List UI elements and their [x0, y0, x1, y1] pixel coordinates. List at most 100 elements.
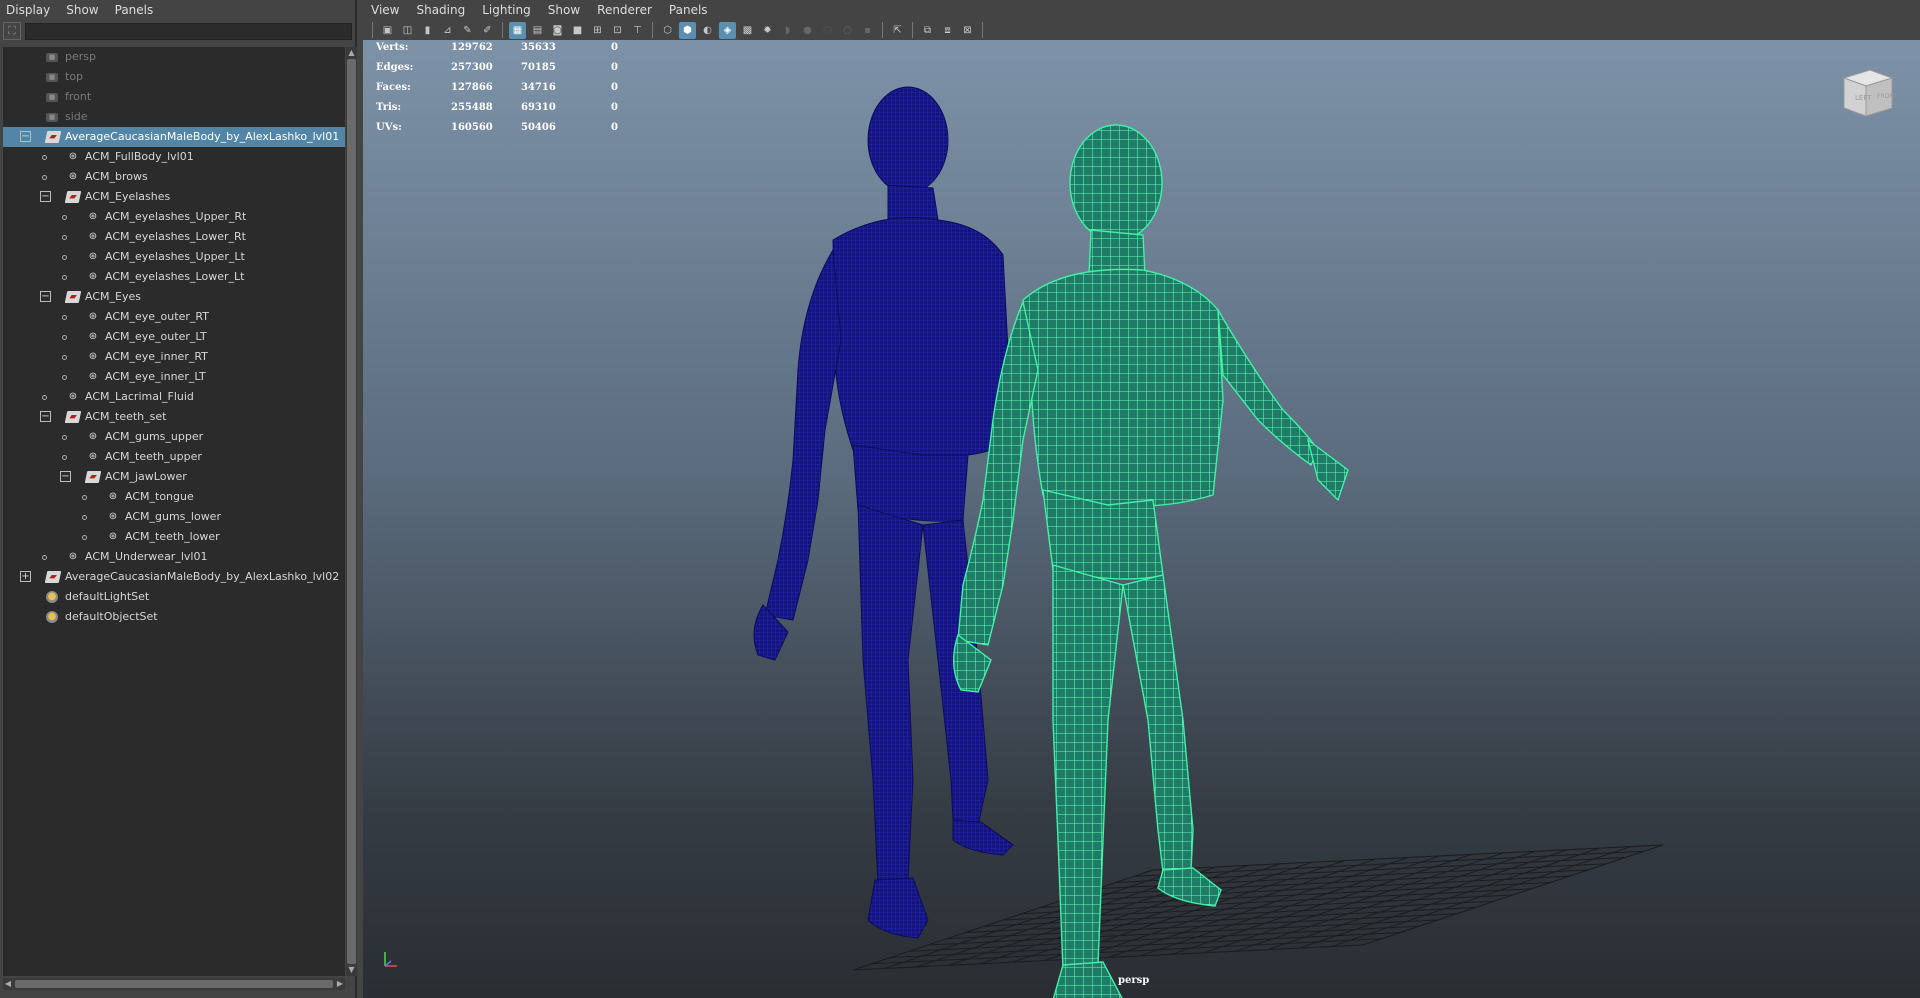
outliner-item[interactable]: ■ persp — [3, 47, 345, 67]
menu-panels[interactable]: Panels — [115, 3, 154, 17]
tree-node-dot — [62, 275, 67, 280]
motion-blur-icon[interactable]: ◌ — [819, 22, 836, 39]
collapse-icon[interactable]: − — [40, 291, 51, 302]
image-plane-icon[interactable]: ⊿ — [439, 22, 456, 39]
gate-mask-icon[interactable]: ■ — [569, 22, 586, 39]
xray-joints-icon[interactable]: ⧈ — [939, 22, 956, 39]
viewport-canvas[interactable]: Verts: 129762 35633 0 Edges: 257300 70185 0 Face… — [363, 40, 1920, 998]
collapse-icon[interactable]: − — [40, 191, 51, 202]
hud-c: 0 — [611, 62, 618, 73]
hud-b: 69310 — [521, 102, 556, 113]
outliner-item[interactable]: ⊛ ACM_eyelashes_Lower_Lt — [3, 267, 345, 287]
menu-renderer[interactable]: Renderer — [597, 3, 652, 17]
outliner-item[interactable]: ⊛ ACM_eyelashes_Upper_Lt — [3, 247, 345, 267]
camera-attributes-icon[interactable]: ◫ — [399, 22, 416, 39]
field-chart-icon[interactable]: ⊞ — [589, 22, 606, 39]
outliner-item[interactable]: ● defaultObjectSet — [3, 607, 345, 627]
shadows-icon[interactable]: ◗ — [779, 22, 796, 39]
multisample-aa-icon[interactable]: ○ — [839, 22, 856, 39]
xray-icon[interactable]: ⧉ — [919, 22, 936, 39]
tree-node-dot — [82, 535, 87, 540]
outliner-vertical-scrollbar[interactable]: ▲ ▼ — [346, 47, 357, 976]
outliner-item[interactable]: − ▰ AverageCaucasianMaleBody_by_AlexLashko… — [3, 127, 345, 147]
outliner-item[interactable]: ● defaultLightSet — [3, 587, 345, 607]
resolution-gate-icon[interactable]: ◙ — [549, 22, 566, 39]
menu-panels[interactable]: Panels — [669, 3, 708, 17]
outliner-item[interactable]: + ▰ AverageCaucasianMaleBody_by_AlexLashko… — [3, 567, 345, 587]
default-material-icon[interactable]: ◐ — [699, 22, 716, 39]
outliner-item-label: ACM_brows — [85, 170, 148, 183]
menu-shading[interactable]: Shading — [416, 3, 465, 17]
outliner-item[interactable]: ⊛ ACM_brows — [3, 167, 345, 187]
outliner-item[interactable]: ⊛ ACM_eyelashes_Lower_Rt — [3, 227, 345, 247]
outliner-item[interactable]: ⊛ ACM_Underwear_lvl01 — [3, 547, 345, 567]
safe-title-icon[interactable]: ⊤ — [629, 22, 646, 39]
menu-display[interactable]: Display — [6, 3, 50, 17]
outliner-item[interactable]: ■ side — [3, 107, 345, 127]
outliner-item-label: ACM_gums_lower — [125, 510, 221, 523]
menu-show[interactable]: Show — [66, 3, 98, 17]
filter-icon[interactable]: ⛶ — [3, 22, 21, 40]
menu-show[interactable]: Show — [548, 3, 580, 17]
hscroll-thumb[interactable] — [15, 980, 333, 988]
menu-lighting[interactable]: Lighting — [482, 3, 531, 17]
camera-tools-icon[interactable]: ✐ — [479, 22, 496, 39]
menu-view[interactable]: View — [371, 3, 399, 17]
collapse-icon[interactable]: − — [20, 131, 31, 142]
outliner-item[interactable]: ■ top — [3, 67, 345, 87]
scroll-left-icon[interactable]: ◀ — [3, 978, 13, 990]
smooth-shade-icon[interactable]: ⬢ — [679, 21, 696, 39]
outliner-item[interactable]: ⊛ ACM_gums_lower — [3, 507, 345, 527]
xray-components-icon[interactable]: ⊠ — [959, 22, 976, 39]
view-cube-front-face[interactable]: FRONT — [1877, 93, 1898, 100]
scroll-up-icon[interactable]: ▲ — [346, 47, 357, 59]
bookmark-icon[interactable]: ▮ — [419, 22, 436, 39]
outliner-search-input[interactable] — [25, 22, 352, 40]
group-icon: ▰ — [64, 291, 82, 303]
camera-name-label: persp — [1118, 975, 1150, 986]
group-icon: ▰ — [44, 131, 62, 143]
outliner-item[interactable]: ⊛ ACM_eye_outer_RT — [3, 307, 345, 327]
view-cube-left-face[interactable]: LEFT — [1855, 94, 1872, 102]
outliner-item[interactable]: − ▰ ACM_teeth_set — [3, 407, 345, 427]
expand-icon[interactable]: + — [20, 571, 31, 582]
grease-pencil-icon[interactable]: ✎ — [459, 22, 476, 39]
outliner-item-label: ACM_eyelashes_Upper_Lt — [105, 250, 245, 263]
use-all-lights-icon[interactable]: ✹ — [759, 22, 776, 39]
safe-action-icon[interactable]: ⊡ — [609, 22, 626, 39]
collapse-icon[interactable]: − — [60, 471, 71, 482]
scroll-thumb[interactable] — [347, 59, 356, 964]
film-gate-icon[interactable]: ▤ — [529, 22, 546, 39]
outliner-item[interactable]: ⊛ ACM_eye_inner_RT — [3, 347, 345, 367]
outliner-item[interactable]: ⊛ ACM_tongue — [3, 487, 345, 507]
viewport-menubar: View Shading Lighting Show Renderer Pane… — [363, 0, 1920, 20]
outliner-item[interactable]: ⊛ ACM_eye_outer_LT — [3, 327, 345, 347]
ambient-occlusion-icon[interactable]: ● — [799, 22, 816, 39]
isolate-select-icon[interactable]: ⇱ — [889, 22, 906, 39]
outliner-item[interactable]: − ▰ ACM_Eyes — [3, 287, 345, 307]
wireframe-on-shaded-icon[interactable]: ◈ — [719, 21, 736, 39]
outliner-item[interactable]: − ▰ ACM_Eyelashes — [3, 187, 345, 207]
outliner-item[interactable]: ⊛ ACM_gums_upper — [3, 427, 345, 447]
outliner-item[interactable]: ⊛ ACM_teeth_lower — [3, 527, 345, 547]
grid-icon[interactable]: ▦ — [509, 21, 526, 39]
outliner-item-label: ACM_eyelashes_Lower_Rt — [105, 230, 246, 243]
outliner-item[interactable]: ⊛ ACM_Lacrimal_Fluid — [3, 387, 345, 407]
outliner-horizontal-scrollbar[interactable]: ◀ ▶ — [3, 978, 345, 990]
outliner-item[interactable]: − ▰ ACM_jawLower — [3, 467, 345, 487]
wireframe-icon[interactable]: ⬡ — [659, 22, 676, 39]
textured-icon[interactable]: ▩ — [739, 22, 756, 39]
scroll-right-icon[interactable]: ▶ — [335, 978, 345, 990]
outliner-item[interactable]: ■ front — [3, 87, 345, 107]
select-camera-icon[interactable]: ▣ — [379, 22, 396, 39]
scroll-down-icon[interactable]: ▼ — [346, 964, 357, 976]
view-cube[interactable]: LEFT FRONT — [1836, 62, 1898, 124]
outliner-item[interactable]: ⊛ ACM_eyelashes_Upper_Rt — [3, 207, 345, 227]
collapse-icon[interactable]: − — [40, 411, 51, 422]
outliner-item[interactable]: ⊛ ACM_teeth_upper — [3, 447, 345, 467]
outliner-item[interactable]: ⊛ ACM_eye_inner_LT — [3, 367, 345, 387]
outliner-item-label: side — [65, 110, 88, 123]
depth-of-field-icon[interactable]: ▪ — [859, 22, 876, 39]
outliner-item[interactable]: ⊛ ACM_FullBody_lvl01 — [3, 147, 345, 167]
hud-c: 0 — [611, 102, 618, 113]
